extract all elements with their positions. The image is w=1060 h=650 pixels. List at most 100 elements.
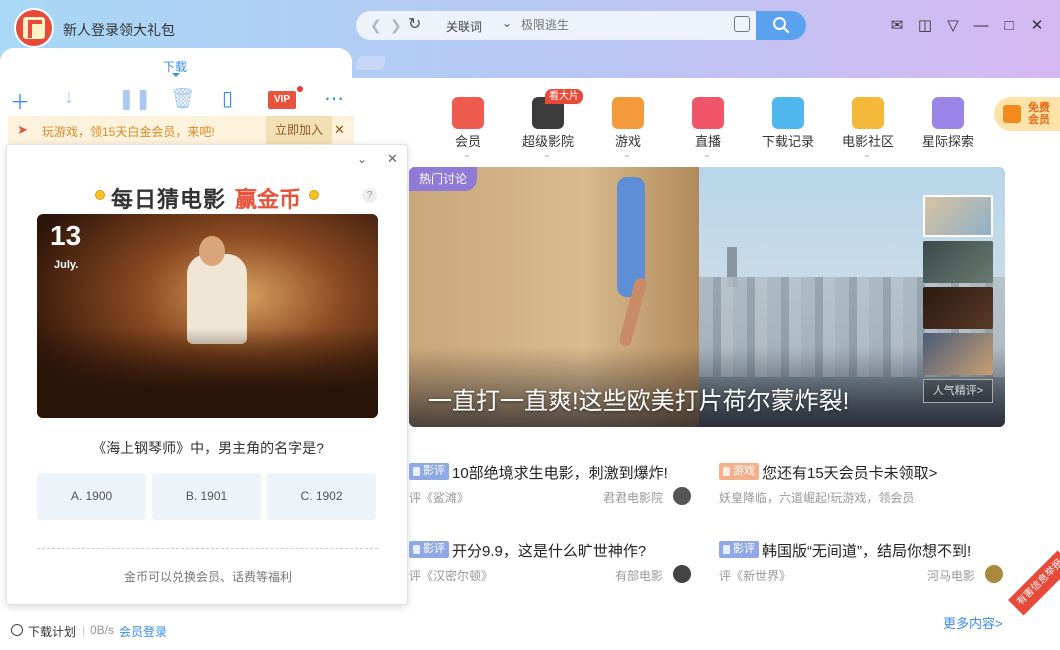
category-icon xyxy=(452,97,484,129)
delete-icon[interactable]: 🗑 xyxy=(170,86,195,111)
quiz-question: 《海上钢琴师》中，男主角的名字是? xyxy=(92,440,324,456)
quiz-title-highlight: 赢金币 xyxy=(235,187,302,212)
quiz-option-a[interactable]: A. 1900 xyxy=(37,473,146,520)
news-subtitle: 评《鲨滩》 xyxy=(409,491,470,505)
report-badge[interactable]: 有害信息举报 xyxy=(1008,550,1060,616)
news-headline[interactable]: 开分9.9，这是什么旷世神作? xyxy=(452,540,646,561)
category-item[interactable]: 下载记录 xyxy=(757,97,817,157)
popup-close-icon[interactable]: ✕ xyxy=(387,151,398,167)
forward-icon[interactable]: ❯ xyxy=(390,17,402,34)
category-item[interactable]: 游戏 ⌄ xyxy=(597,97,657,160)
category-label: 游戏 xyxy=(614,134,641,149)
news-subtitle: 妖皇降临，六道崛起!玩游戏，领会员 xyxy=(719,491,915,505)
user-avatar[interactable] xyxy=(14,8,54,48)
news-headline[interactable]: 10部绝境求生电影，刺激到爆炸! xyxy=(452,462,668,483)
news-headline[interactable]: 您还有15天会员卡未领取> xyxy=(762,462,937,483)
news-badge: 游戏 xyxy=(719,463,759,480)
search-input[interactable] xyxy=(521,18,721,32)
news-badge: 影评 xyxy=(409,541,449,558)
news-subtitle: 评《汉密尔顿》 xyxy=(409,569,494,583)
banner-close-icon[interactable]: ✕ xyxy=(334,122,345,138)
mail-icon[interactable]: ✉ xyxy=(888,14,906,36)
help-icon[interactable]: ? xyxy=(362,188,377,203)
source-avatar xyxy=(673,487,691,505)
download-plan-link[interactable]: 下载计划 xyxy=(28,623,76,640)
category-icon xyxy=(772,97,804,129)
more-content-link[interactable]: 更多内容> xyxy=(943,613,1003,632)
join-button[interactable]: 立即加入 xyxy=(266,116,332,144)
chevron-down-icon[interactable]: ⌄ xyxy=(863,149,871,160)
category-item[interactable]: 超级影院 ⌄ 看大片 xyxy=(517,89,583,160)
search-kind-label[interactable]: 关联词 xyxy=(446,18,482,35)
quiz-option-b[interactable]: B. 1901 xyxy=(152,473,261,520)
more-icon[interactable]: ⋯ xyxy=(324,86,344,111)
hero-thumbnail[interactable] xyxy=(923,333,993,375)
download-icon[interactable]: ↓ xyxy=(64,86,74,109)
window-controls: ✉ ◫ ▽ — □ ✕ xyxy=(888,14,1046,36)
popular-reviews-button[interactable]: 人气精评> xyxy=(923,379,993,403)
category-item[interactable]: 电影社区 ⌄ xyxy=(837,97,897,160)
skin-icon[interactable]: ◫ xyxy=(916,14,934,36)
news-badge: 影评 xyxy=(409,463,449,480)
chevron-down-icon[interactable]: ⌄ xyxy=(502,16,512,30)
chevron-down-icon[interactable]: ⌄ xyxy=(543,149,551,160)
search-bar: ❮ ❯ ↻ 关联词 ⌄ xyxy=(356,11,806,40)
category-tag: 看大片 xyxy=(545,89,583,104)
category-label: 超级影院 xyxy=(521,134,574,149)
chevron-down-icon[interactable]: ⌄ xyxy=(463,149,471,160)
quiz-option-c[interactable]: C. 1902 xyxy=(267,473,376,520)
minimize-icon[interactable]: — xyxy=(972,14,990,36)
tab-indicator xyxy=(172,73,180,77)
daily-quiz-popup: ⌄ ✕ 每日猜电影 赢金币 ? 13 July. 《海上钢琴师》中，男主角的名字… xyxy=(6,144,408,605)
search-history-icon[interactable] xyxy=(734,16,750,32)
add-icon[interactable]: ＋ xyxy=(10,86,30,115)
search-icon xyxy=(773,17,790,34)
chevron-down-icon[interactable]: ⌄ xyxy=(703,149,711,160)
source-avatar xyxy=(673,565,691,583)
reload-icon[interactable]: ↻ xyxy=(408,14,421,34)
gift-icon xyxy=(1003,105,1021,123)
vip-icon[interactable]: VIP xyxy=(268,91,296,109)
hero-banner[interactable]: 热门讨论 一直打一直爽!这些欧美打片荷尔蒙炸裂! 人气精评> xyxy=(409,167,1005,427)
notification-dot xyxy=(297,86,303,92)
news-subtitle: 评《新世界》 xyxy=(719,569,792,583)
hero-tag: 热门讨论 xyxy=(409,167,478,191)
tab-extra[interactable] xyxy=(355,56,387,70)
category-label: 直播 xyxy=(694,134,721,149)
maximize-icon[interactable]: □ xyxy=(1000,14,1018,36)
category-label: 下载记录 xyxy=(761,134,814,149)
chevron-down-icon[interactable]: ⌄ xyxy=(623,149,631,160)
login-promo-text[interactable]: 新人登录领大礼包 xyxy=(63,20,175,40)
category-icon xyxy=(852,97,884,129)
banner-text[interactable]: 玩游戏，领15天白金会员，来吧! xyxy=(42,123,215,140)
hero-thumbnail[interactable] xyxy=(923,241,993,283)
member-login-link[interactable]: 会员登录 xyxy=(119,623,167,640)
movie-still-image: 13 July. xyxy=(37,214,378,418)
promo-banner: ➤ 玩游戏，领15天白金会员，来吧! 立即加入 ✕ xyxy=(8,116,354,144)
category-item[interactable]: 直播 ⌄ xyxy=(677,97,737,160)
pause-icon[interactable]: ❚❚ xyxy=(118,86,152,111)
quiz-title: 每日猜电影 xyxy=(111,187,227,212)
free-vip-button[interactable]: 免费 会员 xyxy=(994,97,1060,131)
collapse-icon[interactable]: ⌄ xyxy=(357,152,367,166)
back-icon[interactable]: ❮ xyxy=(370,17,382,34)
menu-icon[interactable]: ▽ xyxy=(944,14,962,36)
hero-thumbnail[interactable] xyxy=(923,195,993,237)
hero-title[interactable]: 一直打一直爽!这些欧美打片荷尔蒙炸裂! xyxy=(428,381,849,416)
close-icon[interactable]: ✕ xyxy=(1028,14,1046,36)
quiz-day: 13 xyxy=(50,220,82,251)
quiz-month: July. xyxy=(54,259,79,271)
search-button[interactable] xyxy=(756,11,806,40)
source-avatar xyxy=(985,565,1003,583)
news-source: 有部电影 xyxy=(614,569,663,583)
category-label: 星际探索 xyxy=(921,134,974,149)
phone-icon[interactable]: ▯ xyxy=(222,86,233,111)
news-badge: 影评 xyxy=(719,541,759,558)
category-label: 会员 xyxy=(454,134,481,149)
category-item[interactable]: 星际探索 xyxy=(917,97,977,157)
news-headline[interactable]: 韩国版“无间道”，结局你想不到! xyxy=(762,540,971,561)
category-item[interactable]: 会员 ⌄ xyxy=(437,97,497,160)
download-toolbar: ＋ ↓ ❚❚ 🗑 ▯ VIP ⋯ xyxy=(0,86,352,115)
category-label: 电影社区 xyxy=(841,134,894,149)
hero-thumbnail[interactable] xyxy=(923,287,993,329)
